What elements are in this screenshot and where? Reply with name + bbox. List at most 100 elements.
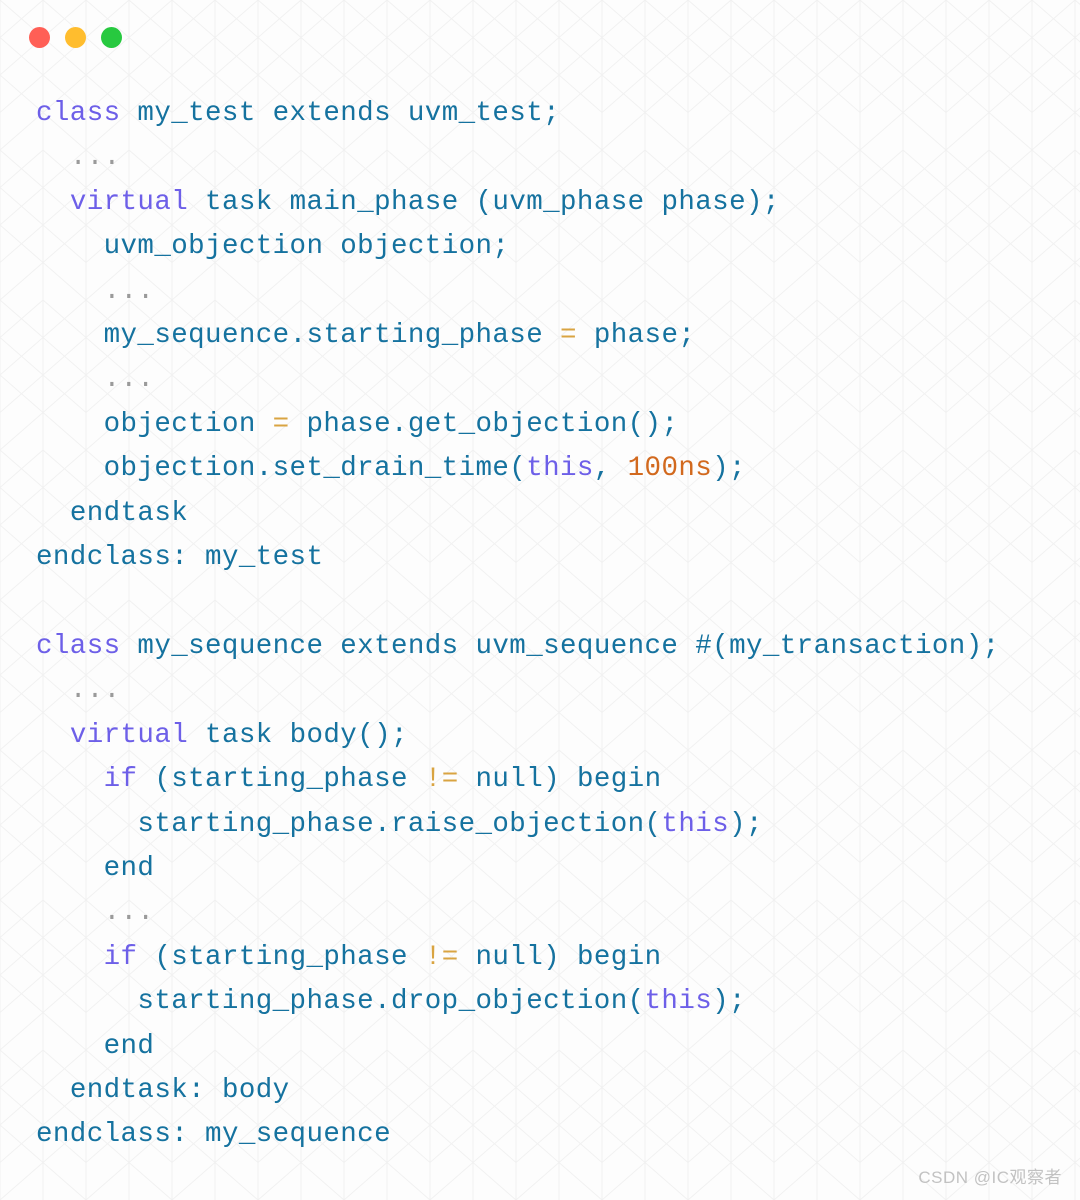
code-line: ... (36, 270, 1080, 314)
code-token: : (188, 1074, 222, 1106)
code-token: ; (678, 320, 696, 352)
code-block[interactable]: class my_test extends uvm_test; ... virt… (36, 92, 1080, 1158)
maximize-button[interactable] (101, 26, 122, 48)
code-token: starting_phase (171, 764, 408, 796)
code-token: phase (593, 320, 679, 352)
code-token: ); (712, 453, 746, 485)
code-token: ... (103, 897, 155, 929)
code-token: . (289, 320, 307, 352)
code-token: starting_phase (137, 808, 375, 840)
code-token: phase (306, 408, 391, 440)
code-token: body (221, 1074, 290, 1106)
code-line: objection.set_drain_time(this, 100ns); (36, 447, 1080, 491)
code-token: : (171, 1119, 206, 1151)
code-token: starting_phase (137, 986, 375, 1018)
code-token: uvm_objection (103, 231, 324, 263)
code-line: virtual task main_phase (uvm_phase phase… (36, 181, 1080, 225)
code-token: ( (509, 453, 527, 485)
code-token: (); (357, 719, 408, 751)
code-token: virtual (69, 186, 189, 218)
code-token: my_transaction (729, 630, 966, 662)
code-line: endtask (36, 492, 1080, 536)
code-line: ... (36, 891, 1080, 935)
code-token: class (36, 98, 121, 129)
code-token: this (661, 808, 730, 840)
code-line: class my_sequence extends uvm_sequence #… (36, 625, 1080, 669)
code-token: extends (272, 98, 391, 129)
code-token: ) (543, 764, 561, 796)
code-token: main_phase (289, 186, 459, 218)
code-token: uvm_test (407, 98, 544, 129)
code-token: ); (729, 808, 763, 840)
code-token: my_sequence (103, 320, 290, 352)
code-token: null (475, 764, 544, 796)
code-token: ); (965, 630, 1000, 662)
code-token: raise_objection (390, 808, 645, 840)
code-token: body (289, 719, 358, 751)
code-line: if (starting_phase != null) begin (36, 758, 1080, 802)
code-token: = (560, 320, 577, 352)
code-token: this (526, 453, 594, 485)
code-token: != (424, 764, 459, 796)
code-token: != (424, 941, 459, 973)
code-line: starting_phase.raise_objection(this); (36, 803, 1080, 847)
code-token: #( (695, 630, 730, 662)
code-line: uvm_objection objection; (36, 225, 1080, 269)
code-token: ); (745, 186, 780, 218)
code-token: objection (103, 453, 256, 485)
code-line: endtask: body (36, 1069, 1080, 1113)
code-token: begin (576, 941, 662, 973)
code-token: . (255, 453, 273, 485)
code-area: class my_test extends uvm_test; ... virt… (0, 74, 1080, 1158)
code-line: class my_test extends uvm_test; (36, 92, 1080, 136)
code-token: ; (492, 231, 510, 263)
code-line: end (36, 1025, 1080, 1069)
code-token: : (171, 542, 206, 574)
code-token: ( (475, 186, 493, 218)
code-token: ); (712, 986, 746, 1018)
code-line: endclass: my_sequence (36, 1113, 1080, 1157)
code-token: get_objection (407, 408, 628, 440)
code-token: ... (103, 364, 155, 396)
code-token: if (103, 764, 138, 796)
code-line: my_sequence.starting_phase = phase; (36, 314, 1080, 358)
code-token: task (205, 719, 273, 751)
code-line: if (starting_phase != null) begin (36, 936, 1080, 980)
close-button[interactable] (29, 26, 50, 48)
code-token: phase (661, 186, 746, 218)
code-token: endclass (36, 1119, 172, 1151)
code-token: endclass (36, 542, 172, 574)
code-line: ... (36, 136, 1080, 180)
code-token: ; (543, 98, 561, 129)
code-snippet-window: class my_test extends uvm_test; ... virt… (0, 0, 1080, 1200)
minimize-button[interactable] (65, 26, 86, 48)
code-line: objection = phase.get_objection(); (36, 403, 1080, 447)
code-token: my_sequence (205, 1119, 391, 1151)
code-token: objection (340, 231, 493, 263)
code-token: endtask (69, 1074, 189, 1106)
code-token: endtask (69, 497, 189, 529)
code-token: ( (627, 986, 645, 1018)
code-token: starting_phase (306, 320, 544, 352)
code-token: end (103, 1030, 155, 1062)
code-token: ... (103, 275, 155, 307)
code-token: starting_phase (171, 941, 408, 973)
